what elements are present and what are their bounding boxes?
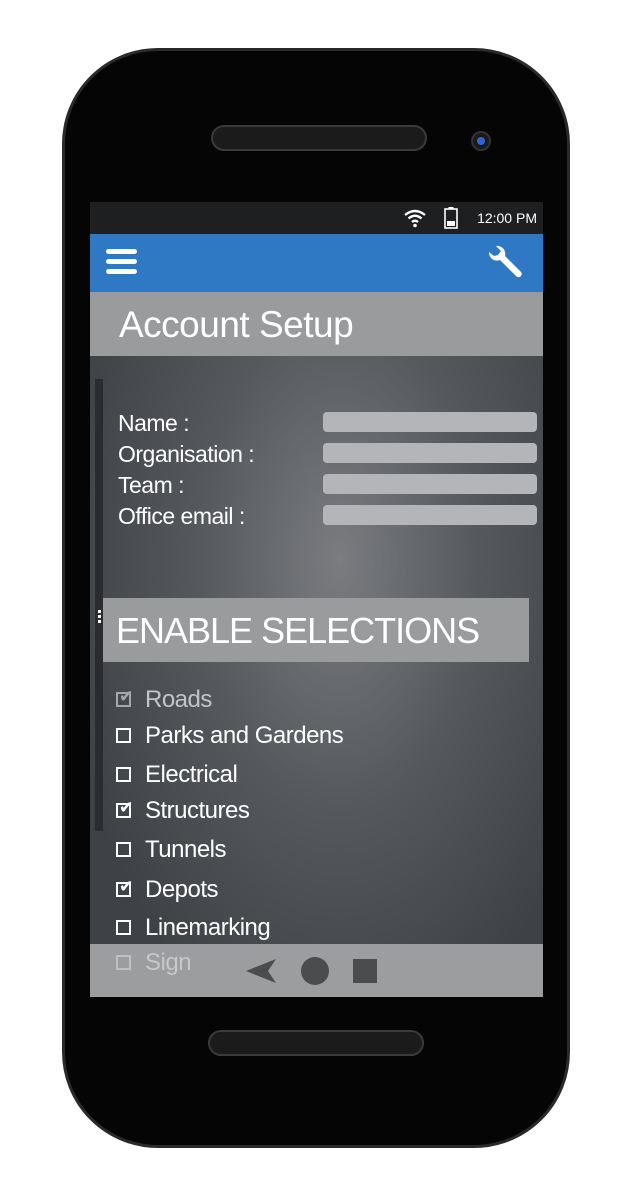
office-email-label: Office email : (118, 503, 245, 529)
checkbox-label: Depots (145, 876, 219, 903)
app-screen: 12:00 PM Account Setup Name : Organisati… (90, 202, 543, 997)
checkbox-label: Parks and Gardens (145, 722, 344, 749)
checkbox-label: Sign (145, 949, 192, 976)
checkbox-box (116, 767, 131, 782)
status-time: 12:00 PM (477, 210, 537, 226)
page-title: Account Setup (119, 304, 354, 345)
page-header: Account Setup (90, 292, 543, 356)
name-field[interactable] (323, 412, 537, 432)
earpiece-speaker (211, 125, 427, 151)
front-camera (471, 131, 491, 151)
checkbox-box: ✔ (116, 688, 133, 707)
checkbox-box (116, 955, 131, 970)
scroll-handle[interactable] (98, 610, 102, 624)
scrollbar[interactable] (95, 379, 103, 831)
checkmark-icon: ✔ (119, 687, 134, 706)
checkbox-label: Roads (145, 686, 212, 713)
organisation-field[interactable] (323, 443, 537, 463)
organisation-label: Organisation : (118, 441, 255, 467)
checkbox-label: Structures (145, 797, 250, 824)
team-field[interactable] (323, 474, 537, 494)
system-nav-bar: Sign (90, 944, 543, 997)
team-label: Team : (118, 472, 185, 498)
checkbox-label: Linemarking (145, 914, 271, 941)
checkmark-icon: ✔ (119, 877, 134, 896)
checkbox-box (116, 842, 131, 857)
status-bar: 12:00 PM (90, 202, 543, 234)
checkbox-box (116, 920, 131, 935)
home-icon[interactable] (301, 957, 329, 985)
office-email-field[interactable] (323, 505, 537, 525)
section-heading: ENABLE SELECTIONS (116, 610, 480, 651)
bottom-speaker (208, 1030, 424, 1056)
checkbox-label: Electrical (145, 761, 238, 788)
name-label: Name : (118, 410, 190, 436)
menu-icon[interactable] (106, 247, 138, 277)
section-heading-bar: ENABLE SELECTIONS (103, 598, 529, 662)
checkbox-box: ✔ (116, 878, 133, 897)
checkbox-box (116, 728, 131, 743)
checkbox-box: ✔ (116, 799, 133, 818)
recents-icon[interactable] (353, 959, 377, 983)
wrench-icon[interactable] (485, 245, 525, 281)
checkmark-icon: ✔ (119, 798, 134, 817)
battery-icon (444, 207, 458, 229)
wifi-icon (404, 209, 426, 228)
back-icon[interactable] (245, 958, 277, 984)
app-toolbar (90, 234, 543, 292)
checkbox-label: Tunnels (145, 836, 227, 863)
